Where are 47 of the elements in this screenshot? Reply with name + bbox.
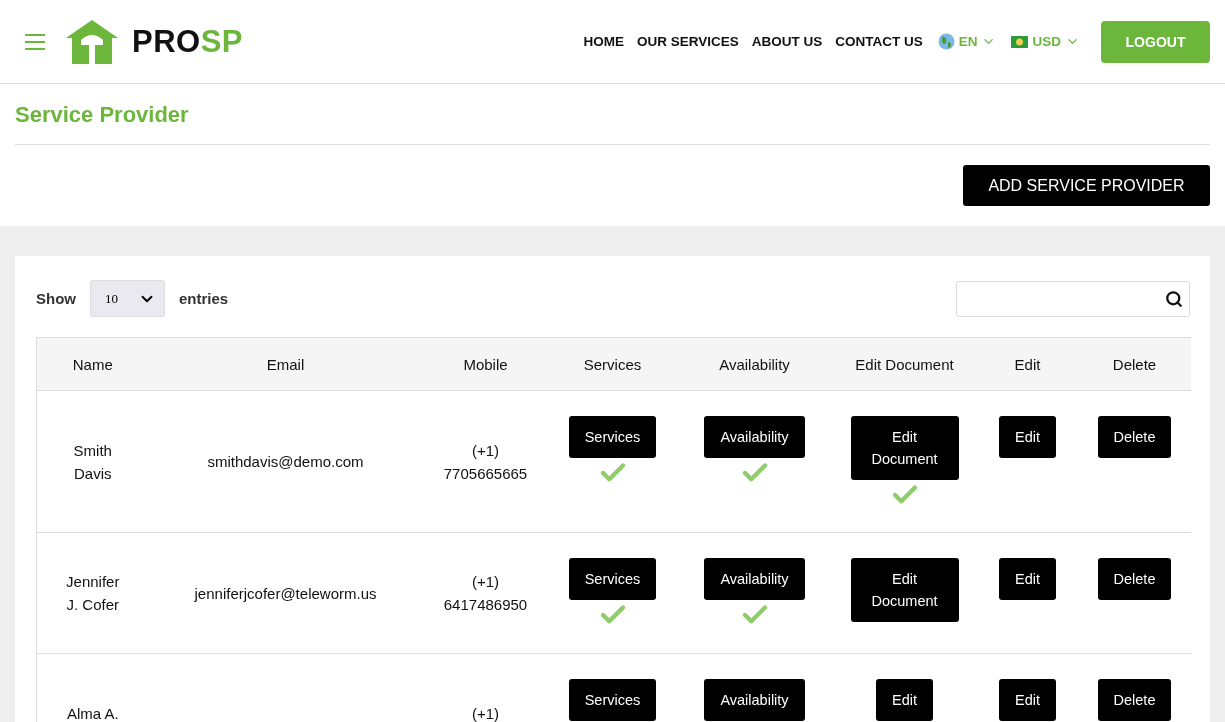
search-icon xyxy=(1165,289,1183,308)
banknote-icon xyxy=(1011,35,1029,48)
entries-label: entries xyxy=(179,290,229,307)
search-field[interactable] xyxy=(956,280,1190,317)
action-button[interactable]: Availability xyxy=(704,558,805,600)
column-header: Name xyxy=(36,337,149,391)
show-label: Show xyxy=(36,290,76,307)
action-button[interactable]: Edit xyxy=(876,679,933,721)
column-header: Edit Document xyxy=(832,337,977,391)
nav-link[interactable]: ABOUT US xyxy=(751,34,823,49)
action-button[interactable]: Delete xyxy=(1097,679,1172,721)
mobile-cell: (+1) 7705665665 xyxy=(443,441,528,482)
menu-icon[interactable] xyxy=(24,32,46,51)
action-button[interactable]: Availability xyxy=(704,416,805,458)
mobile-cell: (+1) xyxy=(471,705,500,722)
globe-icon xyxy=(937,33,955,50)
column-header: Services xyxy=(548,337,677,391)
email-cell: smithdavis@demo.com xyxy=(207,453,364,470)
action-button[interactable]: Services xyxy=(568,416,657,458)
action-button[interactable]: Services xyxy=(568,679,657,721)
house-logo-icon xyxy=(64,17,120,66)
name-cell: Jennifer J. Cofer xyxy=(66,573,120,613)
mobile-cell: (+1) 6417486950 xyxy=(443,573,528,613)
page-title: Service Provider xyxy=(15,102,1210,145)
name-cell: Alma A. xyxy=(66,705,119,722)
name-cell: Smith Davis xyxy=(73,441,112,482)
nav-link[interactable]: CONTACT US xyxy=(835,34,923,49)
action-button[interactable]: Delete xyxy=(1097,416,1172,458)
page-size-select[interactable]: 10 xyxy=(90,280,165,317)
email-cell: jenniferjcofer@teleworm.us xyxy=(194,584,377,602)
action-button[interactable]: Delete xyxy=(1097,558,1172,600)
action-button[interactable]: Edit xyxy=(999,679,1056,721)
column-header: Availability xyxy=(676,337,833,391)
column-header: Mobile xyxy=(422,337,549,391)
action-button[interactable]: Edit xyxy=(999,558,1056,600)
column-header: Delete xyxy=(1078,337,1191,391)
add-provider-button[interactable]: ADD SERVICE PROVIDER xyxy=(963,165,1210,206)
nav-link[interactable]: OUR SERVICES xyxy=(636,34,739,49)
column-header: Email xyxy=(148,337,423,391)
action-button[interactable]: Availability xyxy=(704,679,805,721)
nav-link[interactable]: HOME xyxy=(583,34,624,49)
action-button[interactable]: Edit xyxy=(999,416,1056,458)
action-button[interactable]: Edit Document xyxy=(850,558,959,622)
action-button[interactable]: Edit Document xyxy=(850,416,959,480)
action-button[interactable]: Services xyxy=(568,558,657,600)
column-header: Edit xyxy=(976,337,1079,391)
brand-name: PROSP xyxy=(132,23,244,60)
